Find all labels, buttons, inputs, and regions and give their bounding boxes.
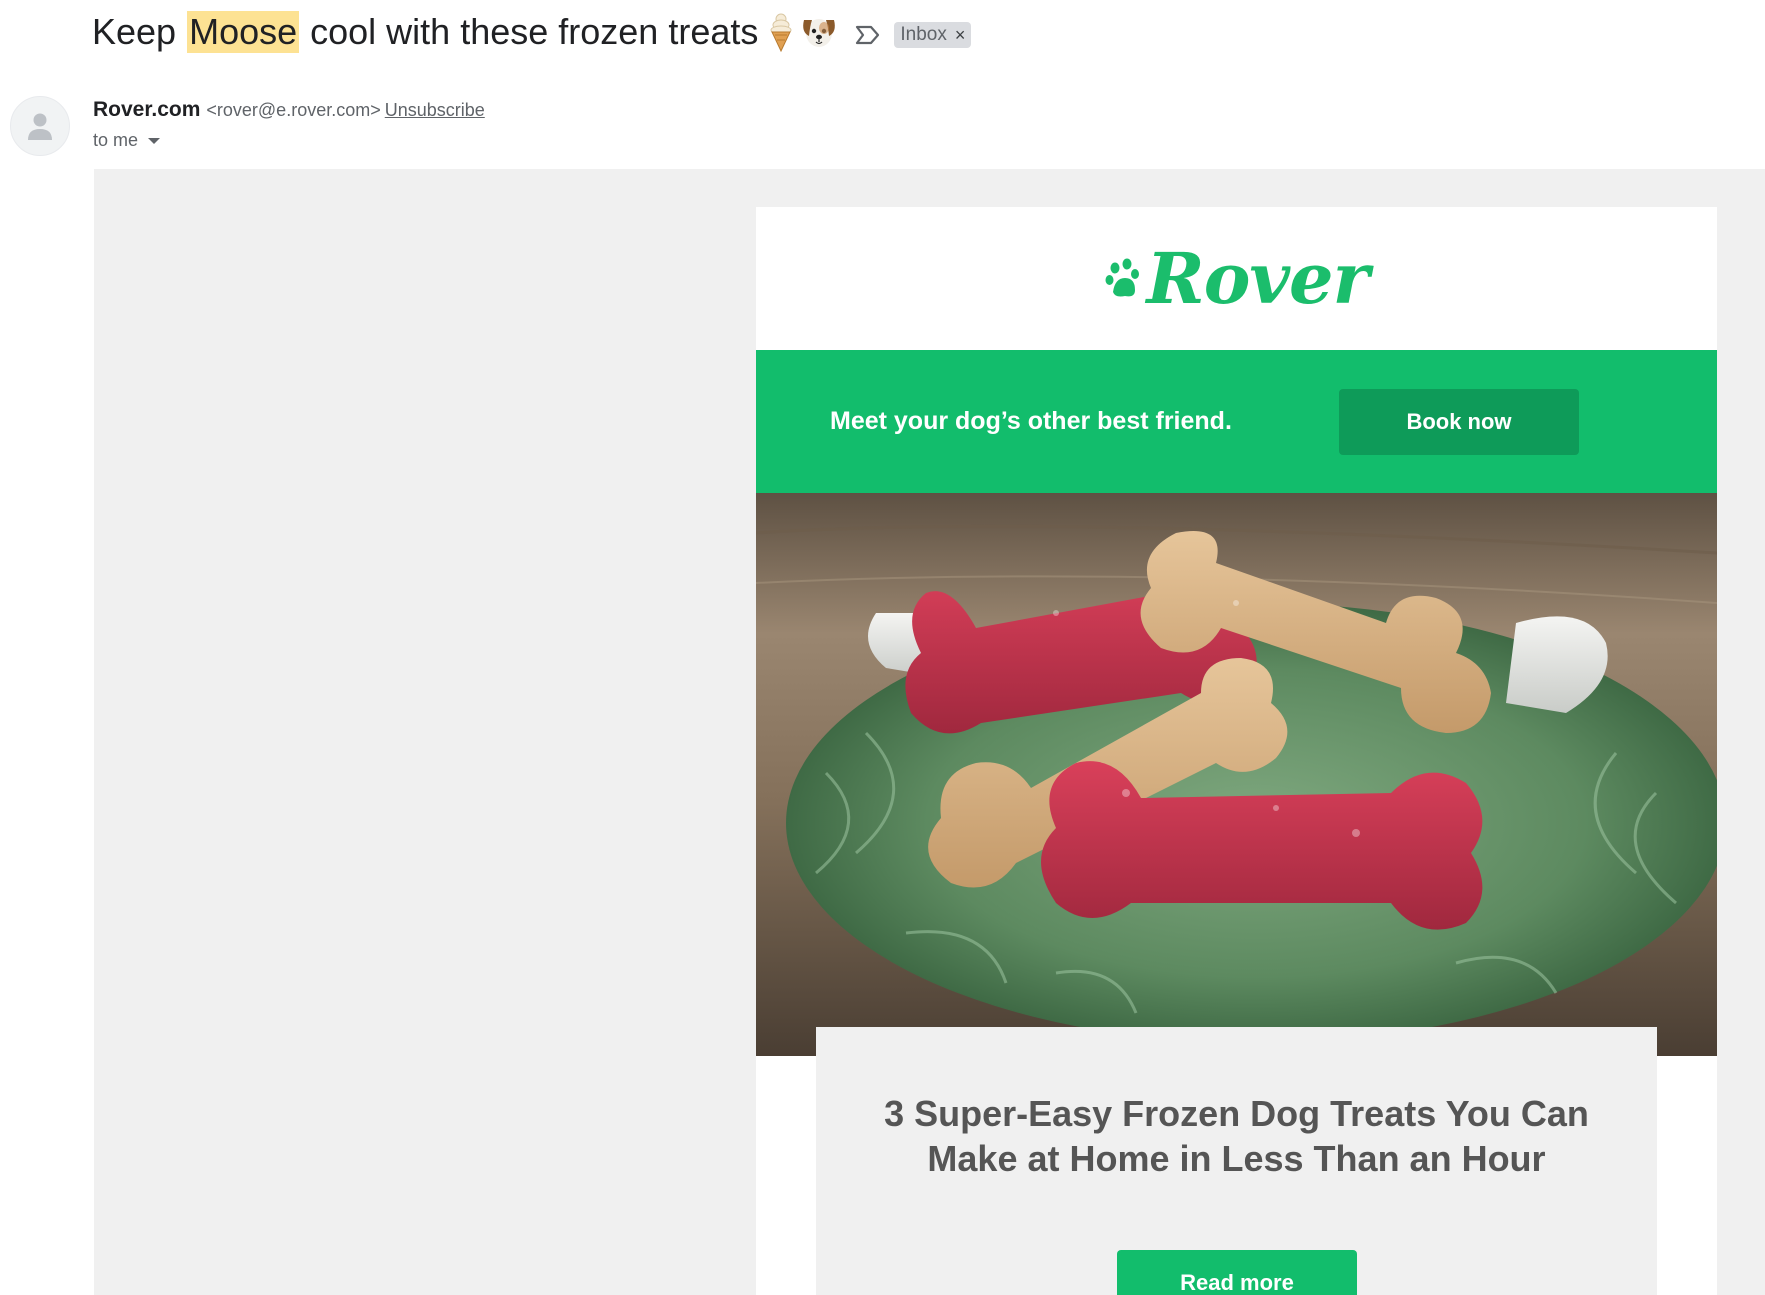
inbox-label-chip: Inbox × [894, 22, 972, 48]
paw-icon [1105, 258, 1139, 296]
logo-wordmark: Rover [1146, 237, 1370, 320]
important-marker-icon[interactable] [854, 24, 882, 46]
email-card: Rover Meet your dog’s other best friend.… [756, 207, 1717, 1295]
sender-email: <rover@e.rover.com> [206, 100, 381, 120]
frozen-treats-photo [756, 493, 1717, 1056]
person-icon [28, 113, 52, 140]
sender-avatar [10, 96, 70, 156]
dog-face-icon [800, 14, 838, 50]
ice-cream-icon [768, 12, 794, 52]
email-body: Rover Meet your dog’s other best friend.… [94, 169, 1765, 1295]
promo-banner: Meet your dog’s other best friend. Book … [756, 350, 1717, 493]
logo-header: Rover [756, 207, 1717, 350]
read-more-button[interactable]: Read more [1117, 1250, 1357, 1295]
article-title[interactable]: 3 Super-Easy Frozen Dog Treats You Can M… [816, 1091, 1657, 1181]
unsubscribe-link[interactable]: Unsubscribe [385, 100, 485, 121]
subject-suffix: cool with these frozen treats [300, 11, 759, 52]
banner-text: Meet your dog’s other best friend. [830, 407, 1232, 435]
sender-line: Rover.com <rover@e.rover.com> Unsubscrib… [93, 98, 485, 122]
show-details-caret-icon[interactable] [148, 137, 161, 144]
hero-image[interactable] [756, 493, 1717, 1056]
article-title-line-1: 3 Super-Easy Frozen Dog Treats You Can [884, 1093, 1589, 1134]
subject-highlight: Moose [187, 11, 300, 53]
rover-logo[interactable]: Rover [1105, 237, 1369, 320]
remove-label-icon[interactable]: × [955, 25, 966, 46]
article-title-line-2: Make at Home in Less Than an Hour [927, 1138, 1546, 1179]
subject-row: Keep Moose cool with these frozen treats [92, 0, 972, 64]
email-subject: Keep Moose cool with these frozen treats [92, 11, 838, 53]
recipient-line[interactable]: to me [93, 130, 161, 151]
subject-prefix: Keep [92, 11, 187, 52]
book-now-button[interactable]: Book now [1339, 389, 1579, 455]
recipient-text: to me [93, 130, 139, 150]
article-panel: 3 Super-Easy Frozen Dog Treats You Can M… [816, 1027, 1657, 1295]
inbox-label-text: Inbox [900, 24, 947, 45]
sender-name: Rover.com [93, 98, 201, 121]
